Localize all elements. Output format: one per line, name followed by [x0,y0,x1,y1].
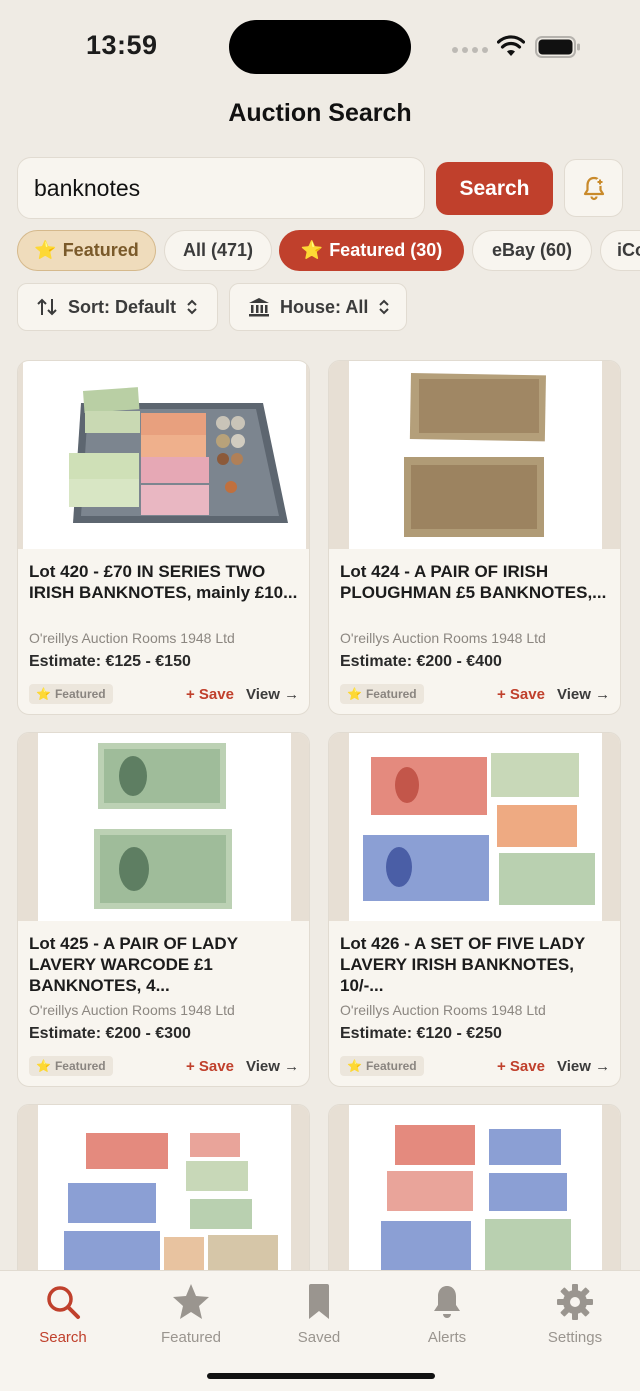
lot-card[interactable]: Lot 420 - £70 IN SERIES TWO IRISH BANKNO… [17,360,310,715]
star-icon: ⭐ [34,240,57,260]
alert-bell-button[interactable] [564,159,623,217]
lot-image [329,1105,620,1293]
filter-chips: ⭐ Featured All (471) ⭐ Featured (30) eBa… [17,230,640,271]
bookmark-icon [309,1284,329,1319]
battery-icon [535,36,580,58]
save-button[interactable]: + Save [497,1058,545,1075]
chip-featured-toggle[interactable]: ⭐ Featured [17,230,156,271]
chip-all[interactable]: All (471) [164,230,272,271]
star-icon: ⭐ [36,1059,51,1073]
bell-plus-icon [583,176,604,201]
view-button[interactable]: View → [246,686,299,703]
star-icon: ⭐ [36,687,51,701]
chip-partial[interactable]: iCo [600,230,640,271]
bell-icon [434,1286,460,1318]
lot-estimate: Estimate: €125 - €150 [29,653,191,670]
lot-image [18,733,309,921]
house-dropdown[interactable]: House: All [229,283,407,331]
auction-house: O'reillys Auction Rooms 1948 Ltd [29,1002,235,1018]
lot-image [329,361,620,549]
star-icon: ⭐ [347,687,362,701]
lot-estimate: Estimate: €200 - €300 [29,1025,191,1042]
tab-alerts[interactable]: Alerts [397,1283,497,1346]
lot-image [18,361,309,549]
sort-arrows-icon [37,298,57,316]
lot-image [18,1105,309,1293]
lot-title: Lot 424 - A PAIR OF IRISH PLOUGHMAN £5 B… [340,562,607,602]
chevron-updown-icon [187,299,197,315]
bank-building-icon [249,298,269,317]
tab-featured[interactable]: Featured [141,1283,241,1346]
search-input[interactable]: banknotes [17,157,425,219]
search-button[interactable]: Search [436,162,553,215]
featured-badge: ⭐ Featured [340,1056,424,1076]
chevron-updown-icon [379,299,390,315]
tab-search[interactable]: Search [13,1283,113,1346]
view-button[interactable]: View → [557,1058,610,1075]
lot-card[interactable]: Lot 426 - A SET OF FIVE LADY LAVERY IRIS… [328,732,621,1087]
lot-title: Lot 426 - A SET OF FIVE LADY LAVERY IRIS… [340,934,585,995]
save-button[interactable]: + Save [186,1058,234,1075]
home-indicator [207,1373,435,1379]
star-icon: ⭐ [300,240,324,260]
status-time: 13:59 [86,30,158,60]
view-button[interactable]: View → [246,1058,299,1075]
chip-featured-count[interactable]: ⭐ Featured (30) [279,230,464,271]
lot-estimate: Estimate: €120 - €250 [340,1025,502,1042]
page-title: Auction Search [228,99,412,127]
cellular-signal-icon [452,47,488,53]
auction-house: O'reillys Auction Rooms 1948 Ltd [29,630,235,646]
auction-house: O'reillys Auction Rooms 1948 Ltd [340,1002,546,1018]
search-icon [47,1286,80,1319]
star-icon: ⭐ [347,1059,362,1073]
auction-house: O'reillys Auction Rooms 1948 Ltd [340,630,546,646]
dynamic-island [229,20,411,74]
featured-badge: ⭐ Featured [29,1056,113,1076]
sort-dropdown[interactable]: Sort: Default [17,283,218,331]
lot-image [329,733,620,921]
lot-card[interactable]: Lot 425 - A PAIR OF LADY LAVERY WARCODE … [17,732,310,1087]
featured-badge: ⭐ Featured [340,684,424,704]
lot-title: Lot 420 - £70 IN SERIES TWO IRISH BANKNO… [29,562,298,602]
tab-settings[interactable]: Settings [525,1283,625,1346]
chip-ebay[interactable]: eBay (60) [472,230,592,271]
gear-icon [557,1284,593,1320]
view-button[interactable]: View → [557,686,610,703]
save-button[interactable]: + Save [186,686,234,703]
star-icon [173,1284,209,1319]
status-bar: 13:59 [0,0,640,96]
lot-title: Lot 425 - A PAIR OF LADY LAVERY WARCODE … [29,934,238,995]
featured-badge: ⭐ Featured [29,684,113,704]
lot-estimate: Estimate: €200 - €400 [340,653,502,670]
tab-saved[interactable]: Saved [269,1283,369,1346]
wifi-icon [497,35,525,56]
lot-card[interactable]: Lot 424 - A PAIR OF IRISH PLOUGHMAN £5 B… [328,360,621,715]
save-button[interactable]: + Save [497,686,545,703]
